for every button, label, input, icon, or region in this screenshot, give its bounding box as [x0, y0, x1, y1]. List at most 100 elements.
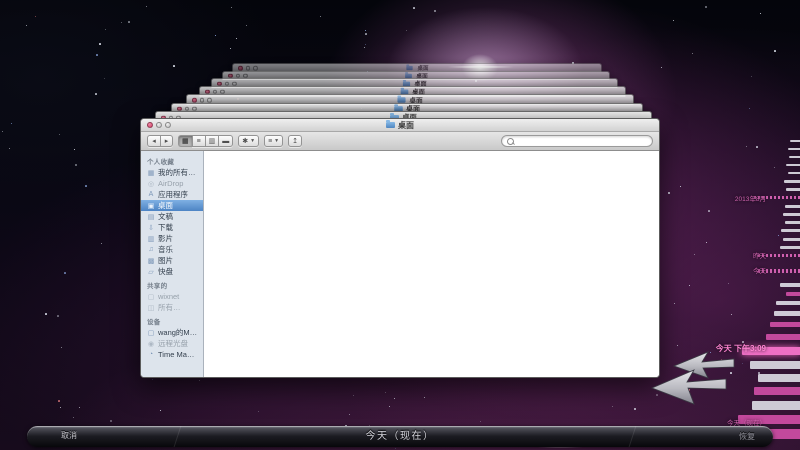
star — [57, 315, 59, 317]
search-input[interactable] — [517, 136, 647, 146]
sidebar-item-label: wixnet — [158, 292, 179, 301]
search-field — [501, 135, 653, 147]
timeline-tick[interactable] — [788, 172, 800, 174]
file-browser-area[interactable] — [204, 151, 659, 377]
timeline-tick[interactable] — [786, 292, 800, 296]
star — [230, 48, 231, 49]
timeline-tick[interactable] — [784, 180, 800, 183]
share-button[interactable]: ↥ — [288, 135, 302, 147]
sidebar-item[interactable]: ▣桌面 — [141, 200, 203, 211]
sidebar-item[interactable]: ◎AirDrop — [141, 178, 203, 189]
star — [705, 6, 707, 8]
all-files-icon: ▦ — [147, 169, 155, 177]
star — [96, 54, 98, 56]
sidebar-item[interactable]: ▥影片 — [141, 233, 203, 244]
back-button[interactable]: ◂ — [147, 135, 160, 147]
arrange-menu-button[interactable]: ≡▼ — [264, 135, 283, 147]
title-bar: 桌面 — [141, 119, 659, 132]
sidebar-item[interactable]: ◫所有… — [141, 302, 203, 313]
timeline-tick[interactable] — [774, 311, 800, 316]
timeline-tick[interactable] — [786, 188, 800, 191]
timeline-tick[interactable] — [786, 164, 800, 166]
timeline-tick[interactable] — [790, 140, 800, 142]
column-view-button[interactable]: ▥ — [205, 135, 219, 147]
timeline-tick[interactable] — [783, 238, 800, 241]
forward-button[interactable]: ▸ — [160, 135, 173, 147]
timeline-tick[interactable] — [785, 205, 800, 208]
star — [634, 408, 636, 410]
star — [661, 67, 662, 68]
cancel-button[interactable]: 取消 — [61, 430, 77, 441]
star — [389, 406, 390, 407]
applications-icon: A — [147, 191, 155, 198]
star — [246, 25, 247, 26]
sidebar-item[interactable]: ▩图片 — [141, 255, 203, 266]
sidebar-item[interactable]: ⇩下载 — [141, 222, 203, 233]
movies-icon: ▥ — [147, 235, 155, 243]
star — [121, 22, 122, 23]
sidebar-item-label: 所有… — [158, 302, 181, 313]
sidebar-section-header: 设备 — [141, 313, 203, 327]
time-machine-screen: 桌面桌面桌面桌面桌面桌面桌面 2013年8月昨天今天今天 下午3:09今天（现在… — [0, 0, 800, 450]
sidebar-item[interactable]: ▦我的所有… — [141, 167, 203, 178]
sidebar-item[interactable]: ♫音乐 — [141, 244, 203, 255]
star — [215, 35, 216, 36]
star — [612, 406, 613, 407]
star — [73, 417, 74, 418]
caret-down-icon: ▼ — [274, 138, 279, 144]
documents-icon: ▤ — [147, 213, 155, 221]
action-menu-button[interactable]: ✱▼ — [238, 135, 259, 147]
list-view-button[interactable]: ≡ — [192, 135, 205, 147]
timeline-tick[interactable] — [758, 374, 800, 382]
bottom-control-bar: 今天（现在） 取消 恢复 — [27, 426, 773, 447]
coverflow-view-button[interactable]: ▬ — [218, 135, 233, 147]
timeline-tick[interactable] — [780, 283, 800, 287]
back-arrow[interactable] — [652, 370, 726, 404]
timeline-tick[interactable] — [752, 401, 800, 410]
sidebar-item[interactable]: ◉远程光盘 — [141, 338, 203, 349]
sidebar-item-label: 我的所有… — [158, 167, 196, 178]
sidebar-item[interactable]: ▱快盘 — [141, 266, 203, 277]
timeline-tick[interactable] — [788, 148, 800, 150]
star — [199, 380, 200, 381]
star — [365, 44, 366, 45]
star — [365, 33, 367, 35]
sidebar-item[interactable]: ▢wang的M… — [141, 327, 203, 338]
timeline-tick[interactable] — [766, 334, 800, 340]
view-mode-group: ▦≡▥▬ — [178, 135, 233, 147]
sidebar-item-label: 应用程序 — [158, 189, 188, 200]
star — [74, 149, 75, 150]
star — [26, 25, 27, 26]
star — [236, 38, 237, 39]
star — [731, 314, 732, 315]
current-snapshot-label: 今天（现在） — [27, 426, 773, 447]
timeline-tick[interactable] — [776, 301, 800, 305]
timeline-tick[interactable] — [780, 246, 800, 249]
star — [364, 47, 365, 48]
timeline-tick[interactable] — [770, 322, 800, 327]
folder-icon — [398, 97, 406, 102]
airdrop-icon: ◎ — [147, 180, 155, 188]
star — [320, 16, 321, 17]
sidebar-item[interactable]: A应用程序 — [141, 189, 203, 200]
search-icon — [507, 138, 514, 145]
timeline-tick[interactable] — [783, 213, 800, 216]
timeline-tick[interactable] — [781, 229, 800, 232]
forward-arrow[interactable] — [674, 352, 734, 378]
sidebar-item[interactable]: ▤文稿 — [141, 211, 203, 222]
star — [95, 93, 97, 95]
sidebar-item[interactable]: ◔Time Ma… — [141, 349, 203, 360]
restore-button[interactable]: 恢复 — [739, 431, 755, 442]
sidebar-item[interactable]: ▢wixnet — [141, 291, 203, 302]
history-nav-group: ◂ ▸ — [147, 135, 173, 147]
timeline-label: 2013年8月 — [735, 193, 766, 203]
timeline-tick[interactable] — [754, 387, 800, 395]
timeline-tick[interactable] — [789, 156, 800, 158]
star — [9, 148, 10, 149]
toolbar: ◂ ▸ ▦≡▥▬ ✱▼ ≡▼ ↥ — [141, 132, 659, 151]
timeline-nav-arrows[interactable] — [650, 346, 736, 408]
timeline-tick[interactable] — [750, 361, 800, 369]
timeline-tick[interactable] — [785, 221, 800, 224]
star — [749, 108, 750, 109]
icon-view-button[interactable]: ▦ — [178, 135, 192, 147]
